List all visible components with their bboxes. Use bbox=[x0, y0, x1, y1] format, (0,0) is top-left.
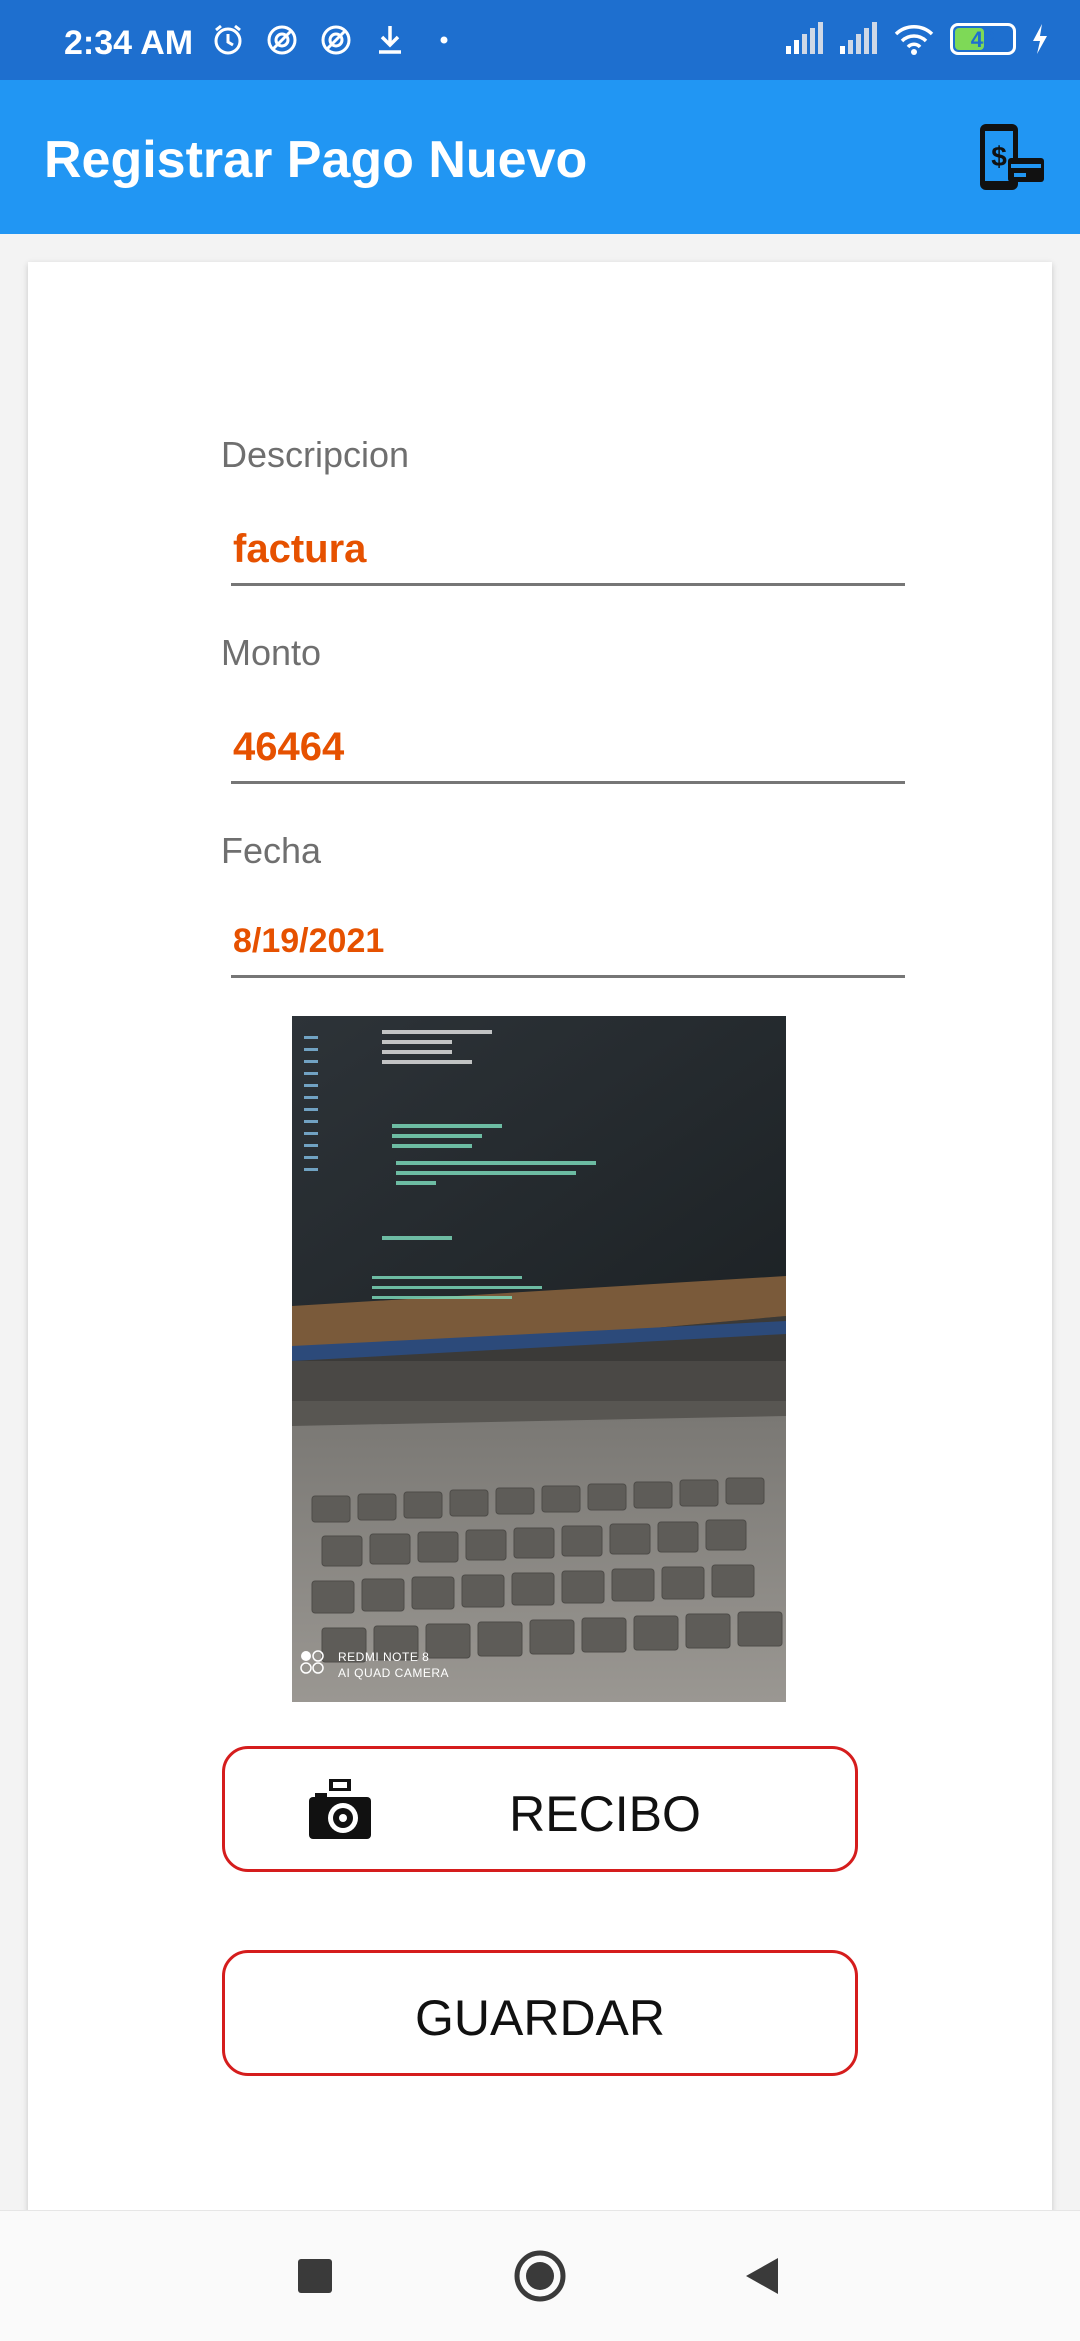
watermark-camera: AI QUAD CAMERA bbox=[338, 1666, 450, 1680]
status-time: 2:34 AM bbox=[64, 24, 194, 62]
download-icon bbox=[372, 22, 408, 58]
system-nav-bar bbox=[0, 2210, 1080, 2341]
home-button[interactable] bbox=[512, 2248, 568, 2304]
fecha-label: Fecha bbox=[221, 830, 322, 871]
status-notification-icons bbox=[210, 22, 462, 58]
svg-text:$: $ bbox=[991, 141, 1007, 172]
guardar-button-label: GUARDAR bbox=[414, 1990, 666, 2046]
recibo-button[interactable]: RECIBO bbox=[222, 1746, 858, 1872]
recents-button[interactable] bbox=[298, 2259, 332, 2293]
status-system-icons: 48 bbox=[784, 22, 1050, 56]
receipt-photo-image bbox=[292, 1016, 786, 1702]
sync-icon bbox=[264, 22, 300, 58]
monto-label: Monto bbox=[221, 632, 322, 673]
sync-icon bbox=[318, 22, 354, 58]
wifi-icon bbox=[894, 25, 934, 55]
descripcion-input[interactable] bbox=[231, 516, 905, 586]
watermark-device: REDMI NOTE 8 bbox=[338, 1650, 430, 1664]
alarm-icon bbox=[210, 22, 246, 58]
dot-icon bbox=[426, 22, 462, 58]
signal-icon bbox=[786, 22, 823, 54]
battery-level: 48 bbox=[970, 27, 996, 52]
mobile-payment-icon[interactable]: $ bbox=[974, 122, 1048, 196]
signal-icon bbox=[840, 22, 877, 54]
monto-input[interactable] bbox=[231, 714, 905, 784]
descripcion-label: Descripcion bbox=[221, 434, 410, 475]
photo-watermark: REDMI NOTE 8 AI QUAD CAMERA bbox=[338, 1649, 449, 1681]
back-button[interactable] bbox=[742, 2254, 782, 2298]
page-title: Registrar Pago Nuevo bbox=[44, 131, 588, 189]
guardar-button[interactable]: GUARDAR bbox=[222, 1950, 858, 2076]
battery-icon: 48 bbox=[950, 23, 1016, 55]
charging-icon bbox=[1033, 24, 1047, 54]
recibo-button-label: RECIBO bbox=[509, 1786, 701, 1842]
receipt-photo: REDMI NOTE 8 AI QUAD CAMERA bbox=[292, 1016, 786, 1702]
app-bar: Registrar Pago Nuevo $ bbox=[0, 80, 1080, 234]
status-bar: 2:34 AM 48 bbox=[0, 0, 1080, 80]
fecha-input[interactable] bbox=[231, 908, 905, 978]
